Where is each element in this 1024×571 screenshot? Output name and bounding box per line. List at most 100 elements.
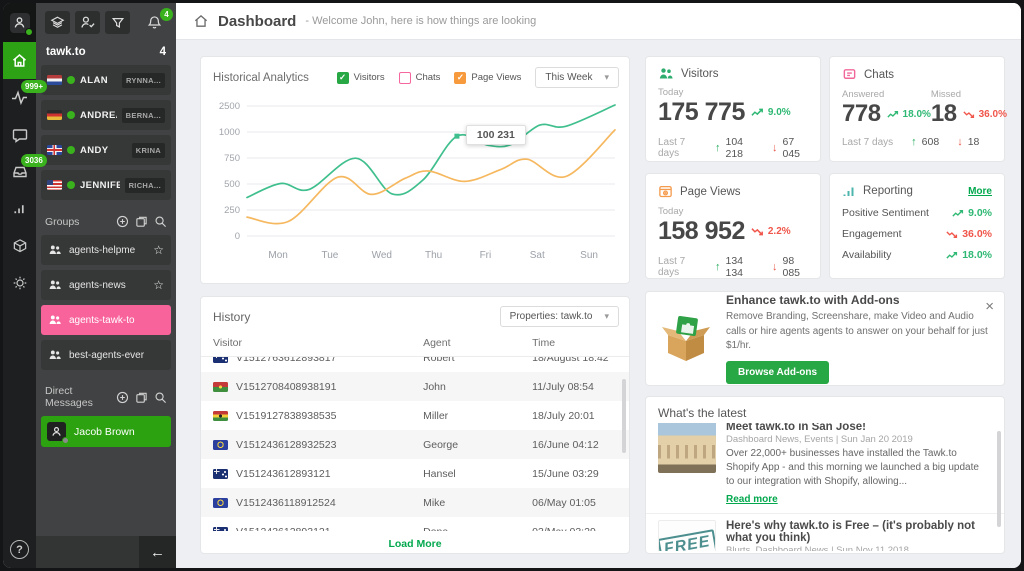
- star-icon[interactable]: ☆: [153, 243, 164, 257]
- agent-check-icon: [80, 15, 95, 30]
- add-dm-icon[interactable]: [116, 391, 129, 404]
- addons-box-icon: [660, 313, 712, 365]
- chats-card: Chats Answered 778 18.0%: [829, 56, 1005, 162]
- sidebar-footer: ←: [36, 536, 176, 568]
- activity-badge: 999+: [21, 80, 47, 93]
- properties-button[interactable]: [45, 11, 70, 34]
- trend-down-icon: [963, 110, 976, 119]
- filter-icon: [111, 16, 125, 30]
- history-table-header: Visitor Agent Time: [201, 334, 629, 357]
- date-range-dropdown[interactable]: This Week: [535, 67, 619, 88]
- table-row[interactable]: V1512436128932523 George 16/June 04:12: [201, 430, 629, 459]
- news-item-meta: Blurts, Dashboard News | Sun Nov 11 2018: [726, 545, 990, 551]
- arrow-down-icon: ↓: [772, 142, 778, 154]
- legend-chats-checkbox[interactable]: Chats: [399, 72, 441, 84]
- nav-activity[interactable]: 999+: [3, 79, 36, 116]
- legend-visitors-checkbox[interactable]: Visitors: [337, 72, 385, 84]
- nav-settings[interactable]: [3, 264, 36, 301]
- chats-square-icon: [842, 67, 857, 82]
- agent-list-item[interactable]: JENNIFER RICHA...: [41, 170, 171, 200]
- table-row[interactable]: V1512708408938191 John 11/July 08:54: [201, 372, 629, 401]
- copy-icon[interactable]: [135, 215, 148, 228]
- search-icon[interactable]: [154, 215, 167, 228]
- trend-up-icon: [887, 110, 900, 119]
- news-panel-title: What's the latest: [646, 397, 1004, 423]
- property-row[interactable]: tawk.to 4: [36, 41, 176, 65]
- group-item-best-agents-ever[interactable]: best-agents-ever: [41, 340, 171, 370]
- nav-home[interactable]: [3, 42, 36, 79]
- group-people-icon: [48, 349, 62, 361]
- property-count: 4: [160, 46, 166, 58]
- copy-icon[interactable]: [135, 391, 148, 404]
- main-area: Dashboard - Welcome John, here is how th…: [176, 3, 1021, 568]
- group-item-agents-helpme[interactable]: agents-helpme ☆: [41, 235, 171, 265]
- flag-australia-icon: [213, 527, 228, 532]
- group-name: agents-news: [69, 280, 146, 291]
- group-people-icon: [48, 279, 62, 291]
- news-item-body: Over 22,000+ businesses have installed t…: [726, 447, 990, 489]
- dm-item-jacob-brown-selected[interactable]: Jacob Brown: [41, 416, 171, 447]
- load-more-button[interactable]: Load More: [201, 531, 629, 557]
- add-group-icon[interactable]: [116, 215, 129, 228]
- reporting-more-link[interactable]: More: [968, 186, 992, 197]
- nav-addons[interactable]: [3, 227, 36, 264]
- page-header: Dashboard - Welcome John, here is how th…: [176, 3, 1021, 40]
- cube-icon: [12, 238, 28, 254]
- table-row[interactable]: V1512436118912524 Mike 06/May 01:05: [201, 488, 629, 517]
- away-status-dot: [62, 437, 69, 444]
- agent-assign-button[interactable]: [75, 11, 100, 34]
- filter-button[interactable]: [105, 11, 130, 34]
- reporting-card: Reporting More Positive Sentiment 9.0% E…: [829, 173, 1005, 279]
- flag-burkina-faso-icon: [213, 382, 228, 392]
- card-label: Visitors: [681, 68, 719, 80]
- trend-down-icon: [946, 230, 959, 239]
- bar-chart-icon: [12, 201, 27, 216]
- visitors-card: Visitors Today 175 775 9.0% Last 7 days …: [645, 56, 821, 162]
- svg-text:Mon: Mon: [268, 250, 287, 261]
- table-row[interactable]: V1512763612893817 Robert 18/August 18:42: [201, 357, 629, 372]
- properties-filter-dropdown[interactable]: Properties: tawk.to: [500, 306, 619, 327]
- group-item-agents-news[interactable]: agents-news ☆: [41, 270, 171, 300]
- arrow-down-icon: ↓: [772, 261, 778, 273]
- svg-text:Thu: Thu: [425, 250, 442, 261]
- table-row[interactable]: V1519127838938535 Miller 18/July 20:01: [201, 401, 629, 430]
- chart-canvas: 025050075010002500MonTueWedThuFriSatSun: [213, 90, 619, 270]
- flag-netherlands-icon: [47, 75, 62, 85]
- profile-button[interactable]: [3, 3, 36, 42]
- legend-pageviews-checkbox[interactable]: Page Views: [454, 72, 521, 84]
- search-icon[interactable]: [154, 391, 167, 404]
- flag-uk-icon: [47, 145, 62, 155]
- sidebar: 4 tawk.to 4 ALAN RYNNA... ANDREAS BERNA.…: [36, 3, 176, 568]
- agent-tag-badge: BERNA...: [122, 108, 165, 123]
- svg-text:Sat: Sat: [530, 250, 545, 261]
- news-item-meta: Dashboard News, Events | Sun Jan 20 2019: [726, 434, 990, 445]
- arrow-up-icon: ↑: [911, 136, 917, 148]
- notifications-button[interactable]: 4: [142, 11, 167, 34]
- chart-tooltip: 100 231: [466, 125, 526, 145]
- nav-chats[interactable]: [3, 116, 36, 153]
- read-more-link[interactable]: Read more: [726, 494, 778, 505]
- nav-inbox[interactable]: 3036: [3, 153, 36, 190]
- agent-list-item[interactable]: ANDY KRINA: [41, 135, 171, 165]
- news-item[interactable]: FREE Here's why tawk.to is Free – (it's …: [646, 513, 1004, 551]
- news-item[interactable]: Meet tawk.to in San Jose! Dashboard News…: [646, 423, 1004, 513]
- arrow-down-icon: ↓: [957, 136, 963, 148]
- chat-bubble-icon: [12, 127, 28, 143]
- close-icon[interactable]: ×: [985, 298, 994, 315]
- table-row[interactable]: V151243612893121 Hansel 15/June 03:29: [201, 459, 629, 488]
- svg-text:2500: 2500: [219, 101, 240, 112]
- agent-list-item[interactable]: ALAN RYNNA...: [41, 65, 171, 95]
- trend-down-icon: [751, 227, 765, 236]
- help-button[interactable]: ?: [10, 540, 29, 559]
- table-scrollbar[interactable]: [622, 379, 626, 453]
- star-icon[interactable]: ☆: [153, 278, 164, 292]
- app-window: 999+ 3036 ?: [0, 0, 1024, 571]
- collapse-sidebar-button[interactable]: ←: [139, 536, 176, 568]
- nav-reports[interactable]: [3, 190, 36, 227]
- agent-tag-badge: RYNNA...: [122, 73, 165, 88]
- table-row[interactable]: V151243612893121 Dona 03/May 03:29: [201, 517, 629, 531]
- browse-addons-button[interactable]: Browse Add-ons: [726, 361, 829, 384]
- group-item-agents-tawk-to-selected[interactable]: agents-tawk-to: [41, 305, 171, 335]
- news-scrollbar[interactable]: [997, 431, 1001, 527]
- agent-list-item[interactable]: ANDREAS BERNA...: [41, 100, 171, 130]
